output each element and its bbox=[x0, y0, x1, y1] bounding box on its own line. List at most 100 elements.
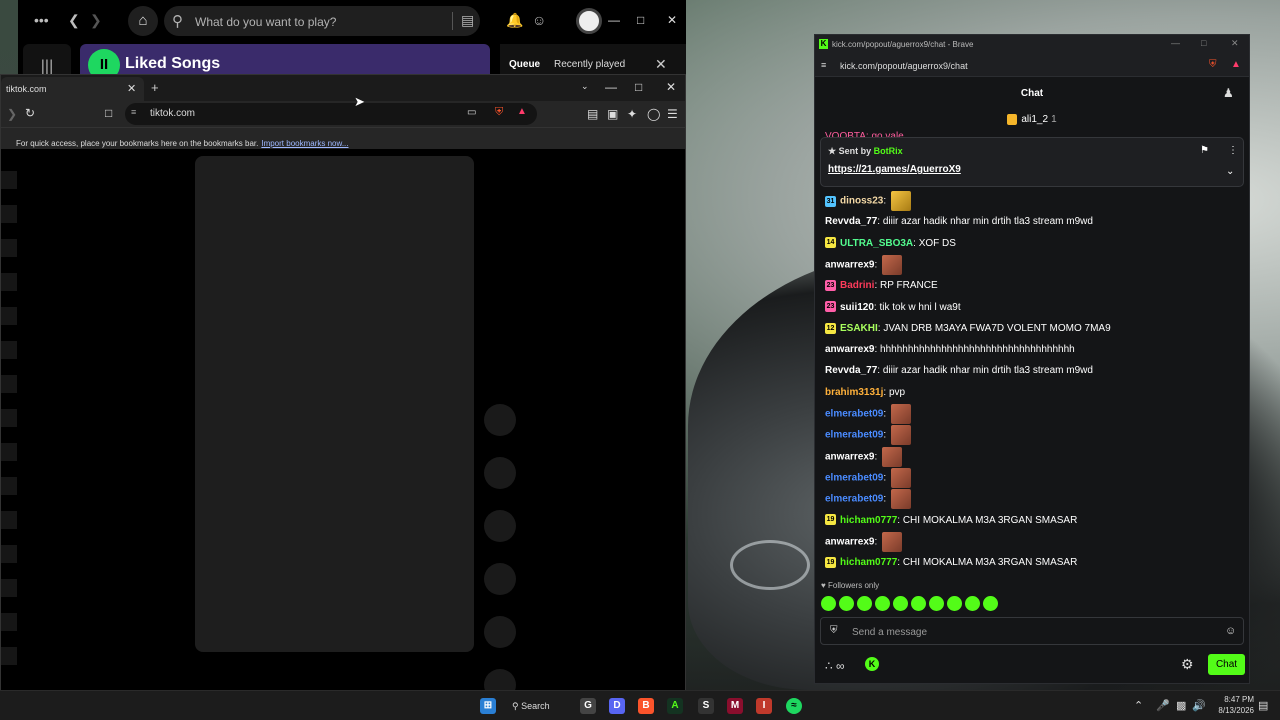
points-icon[interactable]: ∴ ∞ bbox=[825, 659, 845, 673]
start-icon[interactable]: ⊞ bbox=[480, 698, 496, 714]
chat-username[interactable]: anwarrex9 bbox=[825, 451, 874, 462]
emote-icon[interactable] bbox=[911, 596, 926, 611]
app-icon[interactable]: I bbox=[756, 698, 772, 714]
taskbar-search[interactable]: ⚲ Search bbox=[512, 696, 572, 716]
top-gifter-name[interactable]: ali1_2 bbox=[1021, 114, 1048, 125]
emote-icon[interactable] bbox=[893, 596, 908, 611]
sidebar-icon[interactable]: ▤ bbox=[587, 107, 598, 121]
leo-ai-icon[interactable]: ✦ bbox=[627, 107, 637, 121]
action-button-placeholder[interactable] bbox=[484, 404, 516, 436]
spotify-search[interactable]: ⚲ What do you want to play? ▤ bbox=[164, 6, 480, 36]
chat-username[interactable]: anwarrex9 bbox=[825, 344, 874, 355]
action-button-placeholder[interactable] bbox=[484, 563, 516, 595]
reload-icon[interactable]: ↻ bbox=[25, 106, 35, 120]
avatar[interactable] bbox=[576, 8, 602, 34]
minimize-icon[interactable]: — bbox=[1171, 38, 1180, 48]
gear-icon[interactable]: ⚙ bbox=[1181, 656, 1194, 673]
tab-list-icon[interactable]: ⌄ bbox=[581, 81, 589, 92]
maximize-icon[interactable]: □ bbox=[635, 80, 642, 94]
tab-queue[interactable]: Queue bbox=[509, 59, 540, 70]
tab-close-icon[interactable]: ✕ bbox=[127, 82, 136, 95]
browse-icon[interactable]: ▤ bbox=[452, 12, 474, 30]
minimize-icon[interactable]: — bbox=[608, 13, 620, 27]
spotify-icon[interactable]: ≈ bbox=[786, 698, 802, 714]
brave-rewards-icon[interactable]: ▲ bbox=[1231, 59, 1241, 70]
clock[interactable]: 8:47 PM 8/13/2026 bbox=[1210, 694, 1254, 716]
maximize-icon[interactable]: □ bbox=[1201, 38, 1206, 48]
brave-shield-icon[interactable]: ⛨ bbox=[495, 106, 503, 119]
close-icon[interactable]: ✕ bbox=[1231, 38, 1239, 49]
microphone-icon[interactable]: 🎤 bbox=[1156, 699, 1170, 712]
action-button-placeholder[interactable] bbox=[484, 616, 516, 648]
pinned-link[interactable]: https://21.games/AguerroX9 bbox=[828, 164, 961, 175]
minimize-icon[interactable]: — bbox=[605, 80, 617, 94]
new-tab-icon[interactable]: + bbox=[151, 80, 159, 95]
cast-icon[interactable]: ▭ bbox=[467, 107, 476, 118]
maximize-icon[interactable]: □ bbox=[637, 13, 644, 27]
emote-icon[interactable] bbox=[983, 596, 998, 611]
users-icon[interactable]: ♟ bbox=[1223, 86, 1234, 100]
emote-icon[interactable] bbox=[947, 596, 962, 611]
chat-username[interactable]: elmerabet09 bbox=[825, 494, 883, 505]
forward-arrow-icon[interactable]: ❯ bbox=[90, 13, 102, 27]
volume-icon[interactable]: 🔊 bbox=[1192, 699, 1206, 712]
wallet-icon[interactable]: ▣ bbox=[607, 107, 618, 121]
app-icon[interactable]: M bbox=[727, 698, 743, 714]
back-arrow-icon[interactable]: ❮ bbox=[68, 13, 80, 27]
steam-icon[interactable]: S bbox=[698, 698, 714, 714]
action-button-placeholder[interactable] bbox=[484, 457, 516, 489]
brave-shield-icon[interactable]: ⛨ bbox=[1209, 59, 1217, 70]
chat-username[interactable]: ULTRA_SBO3A bbox=[840, 238, 913, 249]
tab-tiktok[interactable]: tiktok.com ✕ bbox=[1, 77, 144, 101]
address-bar[interactable]: ≡ kick.com/popout/aguerrox9/chat ⛨ ▲ bbox=[815, 55, 1249, 77]
app-icon[interactable]: A bbox=[667, 698, 683, 714]
chat-username[interactable]: suii120 bbox=[840, 302, 874, 313]
vpn-icon[interactable]: ◯ bbox=[647, 107, 660, 121]
chat-username[interactable]: Revvda_77 bbox=[825, 365, 877, 376]
discord-icon[interactable]: D bbox=[609, 698, 625, 714]
chat-username[interactable]: Badrini bbox=[840, 280, 874, 291]
kick-points-icon[interactable]: K bbox=[865, 657, 879, 671]
chat-username[interactable]: elmerabet09 bbox=[825, 473, 883, 484]
emote-icon[interactable] bbox=[821, 596, 836, 611]
brave-icon[interactable]: B bbox=[638, 698, 654, 714]
emoji-icon[interactable]: ☺ bbox=[1225, 625, 1236, 637]
pin-icon[interactable]: ⚑ bbox=[1200, 145, 1209, 156]
site-settings-icon[interactable]: ≡ bbox=[821, 60, 826, 70]
chevron-down-icon[interactable]: ⌄ bbox=[1226, 166, 1234, 177]
chat-username[interactable]: brahim3131j bbox=[825, 387, 883, 398]
chat-username[interactable]: dinoss23 bbox=[840, 196, 883, 207]
action-button-placeholder[interactable] bbox=[484, 510, 516, 542]
bell-icon[interactable]: 🔔 bbox=[506, 13, 523, 27]
tab-recently-played[interactable]: Recently played bbox=[554, 59, 625, 70]
import-bookmarks-link[interactable]: Import bookmarks now... bbox=[261, 139, 348, 148]
chat-username[interactable]: hicham0777 bbox=[840, 515, 897, 526]
bot-name[interactable]: BotRix bbox=[874, 146, 903, 156]
friends-icon[interactable]: ☺ bbox=[532, 13, 546, 27]
send-chat-button[interactable]: Chat bbox=[1208, 654, 1245, 675]
emote-icon[interactable] bbox=[875, 596, 890, 611]
notification-icon[interactable]: ▤ bbox=[1258, 699, 1268, 712]
brave-rewards-icon[interactable]: ▲ bbox=[517, 106, 527, 117]
forward-arrow-icon[interactable]: ❯ bbox=[7, 107, 17, 121]
close-queue-icon[interactable]: ✕ bbox=[655, 56, 667, 73]
address-bar[interactable]: ≡ tiktok.com ▭ ⛨ ▲ bbox=[125, 103, 537, 125]
chat-username[interactable]: ESAKHI bbox=[840, 323, 878, 334]
emote-icon[interactable] bbox=[839, 596, 854, 611]
emote-icon[interactable] bbox=[965, 596, 980, 611]
chat-username[interactable]: Revvda_77 bbox=[825, 216, 877, 227]
network-icon[interactable]: ▩ bbox=[1176, 699, 1186, 712]
bookmark-icon[interactable]: □ bbox=[105, 106, 112, 120]
chat-username[interactable]: anwarrex9 bbox=[825, 536, 874, 547]
app-icon[interactable]: G bbox=[580, 698, 596, 714]
more-icon[interactable]: ••• bbox=[34, 13, 49, 27]
message-input[interactable]: ⛨ Send a message ☺ bbox=[820, 617, 1244, 645]
emote-icon[interactable] bbox=[857, 596, 872, 611]
home-button[interactable]: ⌂ bbox=[128, 6, 158, 36]
more-options-icon[interactable]: ⋮ bbox=[1228, 145, 1238, 156]
chat-username[interactable]: anwarrex9 bbox=[825, 260, 874, 271]
close-icon[interactable]: ✕ bbox=[666, 80, 676, 94]
site-settings-icon[interactable]: ≡ bbox=[131, 107, 136, 117]
emote-icon[interactable] bbox=[929, 596, 944, 611]
chevron-up-icon[interactable]: ⌃ bbox=[1134, 699, 1143, 712]
